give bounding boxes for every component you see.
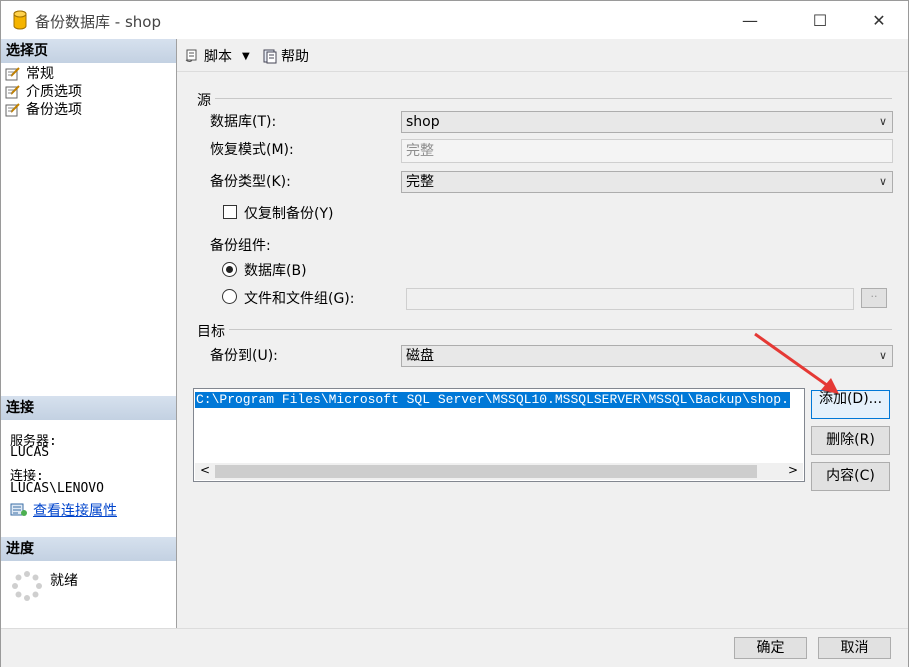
help-icon [263,49,277,64]
backup-type-value: 完整 [406,174,434,190]
progress-status: 就绪 [50,573,78,589]
copy-only-checkbox[interactable] [223,205,237,219]
page-media-options[interactable]: 介质选项 [5,83,82,101]
page-general[interactable]: 常规 [5,65,54,83]
toolbar: 脚本 ▼ 帮助 [177,39,908,72]
files-filegroups-label[interactable]: 文件和文件组(G): [244,288,355,308]
copy-only-label[interactable]: 仅复制备份(Y) [244,203,333,223]
scrollbar-thumb[interactable] [215,465,757,478]
minimize-button[interactable]: — [727,1,773,39]
page-media-options-label: 介质选项 [26,84,82,100]
connection-value: LUCAS\LENOVO [10,481,104,496]
progress-header: 进度 [1,537,176,561]
files-filegroups-radio[interactable] [222,289,237,304]
recovery-model-field: 完整 [401,139,893,163]
page-settings-icon [5,67,20,81]
page-settings-icon [5,85,20,99]
contents-button[interactable]: 内容(C) [811,462,890,491]
script-label: 脚本 [204,49,232,65]
properties-icon [10,503,27,516]
backup-to-label: 备份到(U): [210,348,278,364]
select-page-header: 选择页 [1,39,176,63]
view-connection-properties-link[interactable]: 查看连接属性 [33,500,117,520]
page-settings-icon [5,103,20,117]
horizontal-scrollbar[interactable]: < > [195,463,803,480]
files-filegroups-field [406,288,854,310]
help-button[interactable]: 帮助 [262,46,309,66]
ok-button[interactable]: 确定 [734,637,807,659]
backup-type-label: 备份类型(K): [210,174,291,190]
scroll-right-icon[interactable]: > [788,463,798,477]
backup-database-dialog: 备份数据库 - shop — ☐ ✕ 选择页 常规 介质选项 备份选项 连接 服… [0,0,909,667]
annotation-arrow-icon [754,332,839,394]
connection-header: 连接 [1,396,176,420]
database-combo[interactable]: shop ∨ [401,111,893,133]
help-label: 帮助 [281,49,309,65]
page-backup-options-label: 备份选项 [26,102,82,118]
title-bar: 备份数据库 - shop — ☐ ✕ [1,1,908,39]
database-radio-label[interactable]: 数据库(B) [244,260,307,280]
recovery-model-label: 恢复模式(M): [210,142,294,158]
scroll-left-icon[interactable]: < [200,463,210,477]
script-button[interactable]: 脚本 ▼ [184,46,250,66]
source-group-label: 源 [197,90,215,110]
remove-button[interactable]: 删除(R) [811,426,890,455]
chevron-down-icon: ∨ [878,349,887,362]
destination-group-line [197,329,892,330]
backup-destination-list[interactable]: C:\Program Files\Microsoft SQL Server\MS… [193,388,805,482]
chevron-down-icon: ∨ [878,175,887,188]
backup-component-label: 备份组件: [210,238,271,254]
maximize-button[interactable]: ☐ [797,1,843,39]
page-backup-options[interactable]: 备份选项 [5,101,82,119]
backup-type-combo[interactable]: 完整 ∨ [401,171,893,193]
database-radio[interactable] [222,262,237,277]
view-connection-properties[interactable]: 查看连接属性 [10,500,117,520]
source-group-line [197,98,892,99]
chevron-down-icon: ∨ [878,115,887,128]
database-label: 数据库(T): [210,114,277,130]
database-icon [13,10,27,30]
files-browse-button[interactable]: ·· [861,288,887,308]
script-dropdown-icon[interactable]: ▼ [242,51,250,62]
page-general-label: 常规 [26,66,54,82]
close-button[interactable]: ✕ [856,1,902,39]
database-value: shop [406,114,440,130]
cancel-button[interactable]: 取消 [818,637,891,659]
progress-spinner-icon [12,571,42,601]
backup-to-value: 磁盘 [406,348,434,364]
window-title: 备份数据库 - shop [35,13,161,31]
dialog-footer: 确定 取消 [1,628,908,667]
list-item[interactable]: C:\Program Files\Microsoft SQL Server\MS… [195,392,790,408]
script-icon [185,49,197,62]
left-pane: 选择页 常规 介质选项 备份选项 连接 服务器: LUCAS 连接: LUCAS… [1,39,177,628]
destination-group-label: 目标 [197,321,229,341]
server-value: LUCAS [10,445,50,460]
